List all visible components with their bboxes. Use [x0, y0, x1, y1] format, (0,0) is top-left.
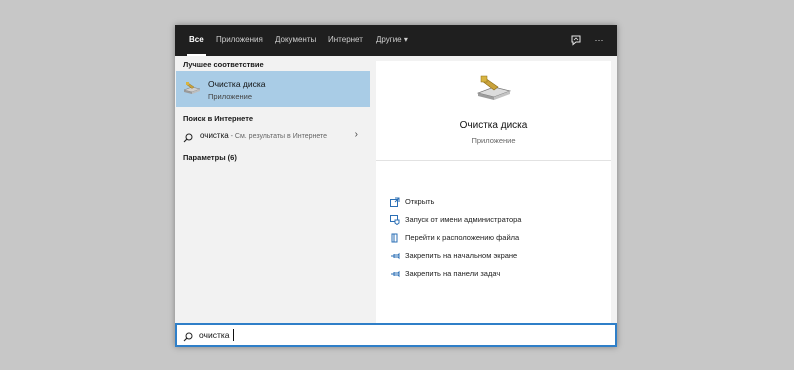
search-icon — [183, 130, 193, 148]
pin-icon — [390, 251, 400, 261]
search-input[interactable] — [199, 327, 599, 342]
web-search-text: очистка - См. результаты в Интернете — [200, 131, 327, 140]
action-pin-to-start-label: Закрепить на начальном экране — [405, 251, 518, 260]
best-match-title: Очистка диска — [208, 79, 266, 89]
tab-apps[interactable]: Приложения — [216, 25, 263, 56]
tab-more[interactable]: Другие ▾ — [376, 25, 408, 56]
best-match-subtitle: Приложение — [208, 92, 252, 101]
tab-documents[interactable]: Документы — [275, 25, 316, 56]
search-icon — [183, 329, 193, 347]
disk-cleanup-large-icon — [476, 75, 512, 108]
action-open[interactable]: Открыть — [390, 195, 600, 209]
folder-icon — [390, 233, 400, 243]
best-match-item[interactable]: Очистка диска Приложение — [176, 71, 370, 107]
chevron-right-icon[interactable]: › — [355, 129, 358, 140]
best-match-header: Лучшее соответствие — [183, 60, 264, 69]
shield-icon — [390, 215, 400, 225]
action-open-label: Открыть — [405, 197, 435, 206]
search-box[interactable] — [175, 323, 617, 347]
pin-icon — [390, 269, 400, 279]
web-search-item[interactable]: очистка - См. результаты в Интернете › — [176, 127, 370, 144]
more-options-icon[interactable]: ··· — [592, 33, 606, 47]
action-pin-to-taskbar-label: Закрепить на панели задач — [405, 269, 501, 278]
app-subtitle: Приложение — [471, 136, 516, 145]
web-search-suffix: - См. результаты в Интернете — [228, 133, 328, 140]
open-icon — [390, 197, 400, 207]
filter-bar: Все Приложения Документы Интернет Другие… — [175, 25, 617, 56]
settings-header[interactable]: Параметры (6) — [183, 153, 237, 162]
disk-cleanup-icon — [183, 81, 201, 100]
action-run-as-admin[interactable]: Запуск от имени администратора — [390, 213, 600, 227]
feedback-icon[interactable] — [569, 33, 583, 47]
web-search-query: очистка — [200, 131, 229, 140]
action-run-as-admin-label: Запуск от имени администратора — [405, 215, 522, 224]
action-pin-to-taskbar[interactable]: Закрепить на панели задач — [390, 267, 600, 281]
text-cursor — [233, 329, 234, 341]
results-list: Лучшее соответствие Очистка диска Прилож… — [175, 56, 370, 323]
action-open-file-location[interactable]: Перейти к расположению файла — [390, 231, 600, 245]
feedback-icon-graphic — [571, 35, 581, 46]
divider — [376, 160, 611, 161]
tab-web[interactable]: Интернет — [328, 25, 363, 56]
tab-all[interactable]: Все — [187, 25, 206, 56]
action-open-file-location-label: Перейти к расположению файла — [405, 233, 520, 242]
action-pin-to-start[interactable]: Закрепить на начальном экране — [390, 249, 600, 263]
web-search-header: Поиск в Интернете — [183, 114, 254, 123]
app-title: Очистка диска — [459, 120, 528, 131]
details-pane: Очистка диска Приложение Открыть Запуск … — [376, 61, 611, 323]
search-window: Все Приложения Документы Интернет Другие… — [175, 25, 617, 347]
